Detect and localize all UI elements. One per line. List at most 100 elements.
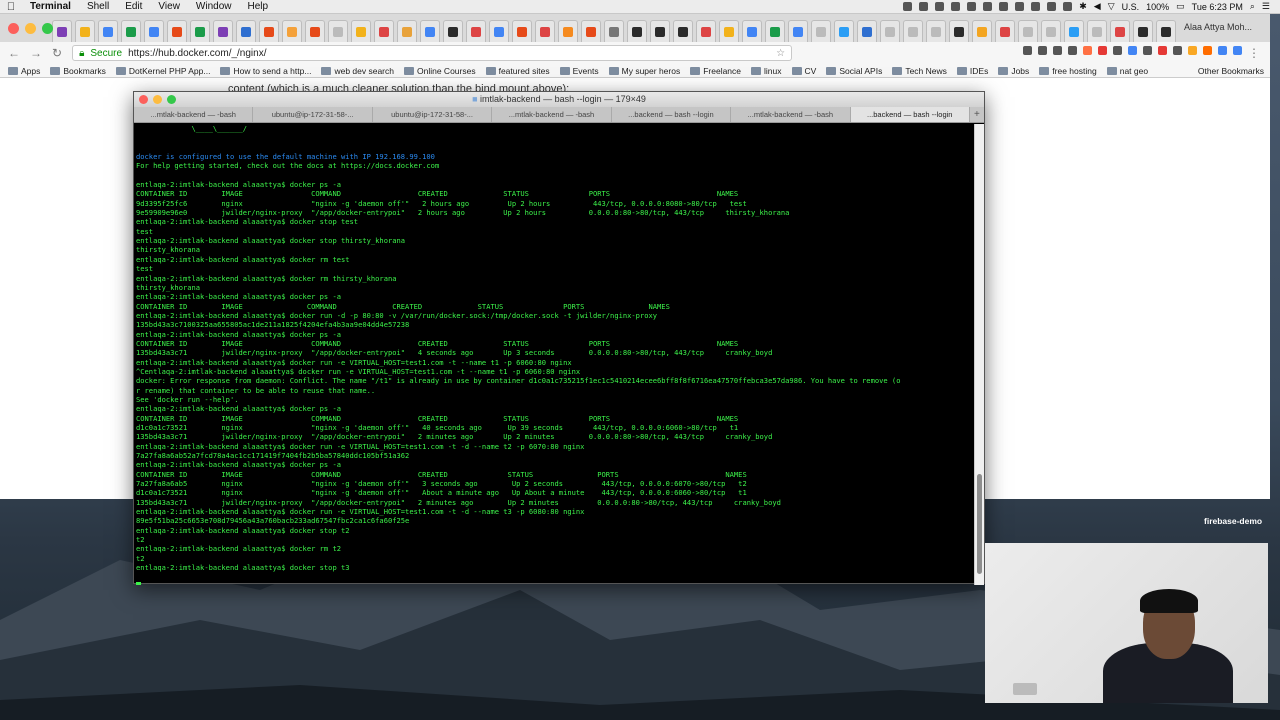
extension-icon-8[interactable] — [1128, 46, 1137, 55]
browser-tab[interactable] — [351, 20, 371, 42]
terminal-tab[interactable]: ...backend — bash --login — [612, 107, 732, 122]
terminal-tab[interactable]: ubuntu@ip-172-31-58-... — [253, 107, 373, 122]
terminal-titlebar[interactable]: ■ imtlak-backend — bash --login — 179×49 — [134, 92, 984, 107]
bookmark-item[interactable]: web dev search — [321, 66, 394, 76]
status-icon-3[interactable] — [935, 2, 945, 11]
bookmark-item[interactable]: Freelance — [690, 66, 741, 76]
minimize-window-icon[interactable] — [25, 23, 36, 34]
new-tab-button[interactable]: + — [970, 107, 984, 122]
browser-tab[interactable] — [121, 20, 141, 42]
browser-tab[interactable] — [719, 20, 739, 42]
browser-tab[interactable] — [1041, 20, 1061, 42]
terminal-tab[interactable]: ...mtlak-backend — -bash — [134, 107, 254, 122]
browser-tab[interactable] — [466, 20, 486, 42]
browser-tab[interactable] — [236, 20, 256, 42]
browser-tab[interactable] — [52, 20, 72, 42]
browser-tab[interactable] — [535, 20, 555, 42]
terminal-output[interactable]: \____\______/docker is configured to use… — [134, 124, 974, 585]
browser-tab[interactable] — [926, 20, 946, 42]
extension-icon-2[interactable] — [1038, 46, 1047, 55]
browser-tab[interactable] — [995, 20, 1015, 42]
browser-tab[interactable] — [397, 20, 417, 42]
bookmark-item[interactable]: Bookmarks — [50, 66, 106, 76]
browser-tab[interactable] — [949, 20, 969, 42]
browser-tab[interactable] — [673, 20, 693, 42]
browser-tab[interactable] — [512, 20, 532, 42]
bookmark-item[interactable]: DotKernel PHP App... — [115, 66, 210, 76]
notification-center-icon[interactable]: ☰ — [1262, 1, 1270, 12]
chrome-menu-icon[interactable]: ⋮ — [1248, 46, 1260, 60]
browser-tab[interactable] — [167, 20, 187, 42]
scrollbar-thumb[interactable] — [977, 474, 982, 574]
menu-view[interactable]: View — [150, 1, 188, 12]
bookmark-item[interactable]: CV — [791, 66, 816, 76]
address-bar[interactable]: 🔒︎ Secure https://hub.docker.com/_/nginx… — [72, 45, 793, 61]
status-icon-9[interactable] — [1031, 2, 1041, 11]
terminal-tab[interactable]: ...backend — bash --login — [850, 107, 970, 122]
bluetooth-icon[interactable]: ✱ — [1079, 1, 1087, 12]
bookmark-item[interactable]: Events — [559, 66, 599, 76]
apple-menu-icon[interactable]:  — [0, 1, 22, 13]
status-icon-6[interactable] — [983, 2, 993, 11]
bookmark-star-icon[interactable]: ☆ — [776, 48, 791, 59]
menu-clock[interactable]: Tue 6:23 PM — [1192, 2, 1243, 12]
menu-app-name[interactable]: Terminal — [22, 1, 79, 12]
menu-edit[interactable]: Edit — [117, 1, 150, 12]
browser-tab[interactable] — [558, 20, 578, 42]
extension-icon-3[interactable] — [1053, 46, 1062, 55]
terminal-tab[interactable]: ...mtlak-backend — -bash — [492, 107, 612, 122]
bookmark-item[interactable]: linux — [751, 66, 782, 76]
browser-tab[interactable] — [259, 20, 279, 42]
browser-tab[interactable] — [1133, 20, 1153, 42]
browser-tab[interactable] — [972, 20, 992, 42]
browser-tab[interactable] — [75, 20, 95, 42]
terminal-tab[interactable]: ...mtlak-backend — -bash — [731, 107, 851, 122]
status-icon-8[interactable] — [1015, 2, 1025, 11]
browser-tab[interactable] — [213, 20, 233, 42]
close-window-icon[interactable] — [8, 23, 19, 34]
browser-tab[interactable] — [282, 20, 302, 42]
browser-tab[interactable] — [581, 20, 601, 42]
browser-tab[interactable] — [420, 20, 440, 42]
extension-icon-15[interactable] — [1233, 46, 1242, 55]
desktop-item-label[interactable]: firebase-demo — [1204, 516, 1262, 526]
bookmark-item[interactable]: Apps — [8, 66, 40, 76]
status-icon-7[interactable] — [999, 2, 1009, 11]
menu-window[interactable]: Window — [188, 1, 240, 12]
terminal-zoom-icon[interactable] — [167, 95, 176, 104]
extension-icon-7[interactable] — [1113, 46, 1122, 55]
bookmark-item[interactable]: IDEs — [956, 66, 988, 76]
browser-tab[interactable] — [489, 20, 509, 42]
back-icon[interactable]: ← — [8, 46, 20, 60]
extension-icon-10[interactable] — [1158, 46, 1167, 55]
terminal-tab[interactable]: ubuntu@ip-172-31-58-... — [373, 107, 493, 122]
browser-tab[interactable] — [627, 20, 647, 42]
extension-icon-1[interactable] — [1023, 46, 1032, 55]
browser-tab[interactable] — [880, 20, 900, 42]
bookmark-item[interactable]: My super heros — [608, 66, 680, 76]
browser-tab[interactable] — [834, 20, 854, 42]
browser-tab[interactable] — [190, 20, 210, 42]
input-source[interactable]: U.S. — [1122, 2, 1140, 12]
browser-tab[interactable] — [305, 20, 325, 42]
browser-tab[interactable] — [857, 20, 877, 42]
browser-tab[interactable] — [1018, 20, 1038, 42]
bookmark-item[interactable]: nat geo — [1106, 66, 1148, 76]
browser-tab[interactable] — [604, 20, 624, 42]
battery-percent[interactable]: 100% — [1146, 2, 1169, 12]
bookmark-item[interactable]: How to send a http... — [220, 66, 311, 76]
menu-help[interactable]: Help — [240, 1, 277, 12]
status-icon-1[interactable] — [903, 2, 913, 11]
terminal-minimize-icon[interactable] — [153, 95, 162, 104]
volume-icon[interactable]: ◀ — [1094, 1, 1101, 12]
browser-tab[interactable] — [765, 20, 785, 42]
browser-tab[interactable] — [788, 20, 808, 42]
status-icon-10[interactable] — [1047, 2, 1057, 11]
browser-tab[interactable] — [696, 20, 716, 42]
profile-name[interactable]: Alaa Attya Moh... — [1184, 22, 1252, 32]
forward-icon[interactable]: → — [30, 46, 42, 60]
browser-tab[interactable] — [650, 20, 670, 42]
bookmark-item[interactable]: Tech News — [892, 66, 947, 76]
browser-tab[interactable] — [1110, 20, 1130, 42]
status-icon-5[interactable] — [967, 2, 977, 11]
